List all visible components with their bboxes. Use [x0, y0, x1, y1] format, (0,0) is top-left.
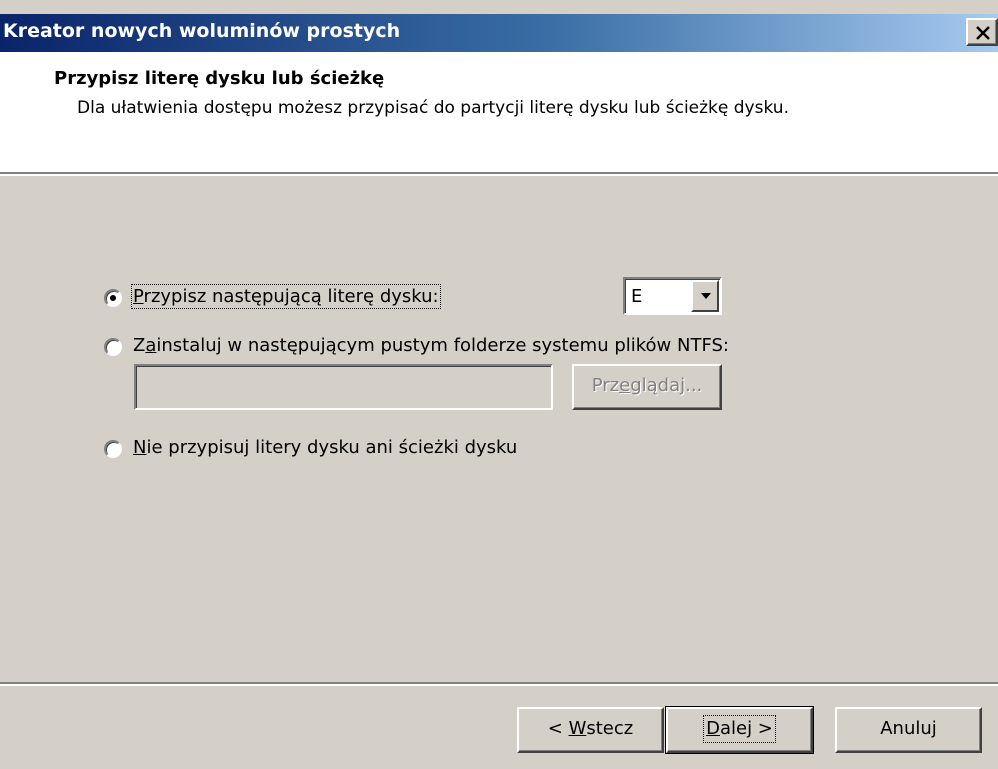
assign-letter-label[interactable]: Przypisz następującą literę dysku: — [131, 284, 441, 309]
browse-button[interactable]: Przeglądaj... — [572, 364, 722, 410]
close-button[interactable] — [966, 18, 998, 46]
radio-selected-dot — [110, 295, 116, 301]
title-bar[interactable]: Kreator nowych woluminów prostych — [0, 14, 998, 52]
no-letter-label[interactable]: Nie przypisuj litery dysku ani ścieżki d… — [133, 437, 517, 458]
next-button-label: Dalej > — [703, 715, 776, 743]
dropdown-arrow-button[interactable] — [691, 280, 719, 312]
back-button[interactable]: < Wstecz — [517, 707, 664, 753]
close-icon — [976, 26, 990, 40]
wizard-window: Kreator nowych woluminów prostych Przypi… — [0, 0, 998, 769]
wizard-header: Przypisz literę dysku lub ścieżkę Dla uł… — [0, 52, 998, 172]
page-title: Przypisz literę dysku lub ścieżkę — [54, 68, 385, 89]
header-divider-highlight — [0, 174, 998, 176]
drive-letter-value: E — [631, 286, 643, 307]
chevron-down-icon — [701, 293, 711, 299]
page-description: Dla ułatwienia dostępu możesz przypisać … — [77, 98, 789, 118]
window-title: Kreator nowych woluminów prostych — [3, 20, 401, 42]
mount-folder-radio[interactable] — [104, 338, 122, 356]
next-button[interactable]: Dalej > — [665, 706, 814, 754]
folder-path-input[interactable] — [134, 364, 553, 410]
assign-letter-label-text: Przypisz następującą literę dysku: — [131, 284, 441, 309]
mount-folder-label[interactable]: Zainstaluj w następującym pustym folderz… — [133, 335, 729, 356]
assign-letter-radio[interactable] — [104, 289, 122, 307]
drive-letter-dropdown[interactable]: E — [623, 277, 722, 315]
no-letter-radio[interactable] — [104, 440, 122, 458]
footer-divider-highlight — [0, 684, 998, 686]
cancel-button[interactable]: Anuluj — [835, 707, 982, 753]
